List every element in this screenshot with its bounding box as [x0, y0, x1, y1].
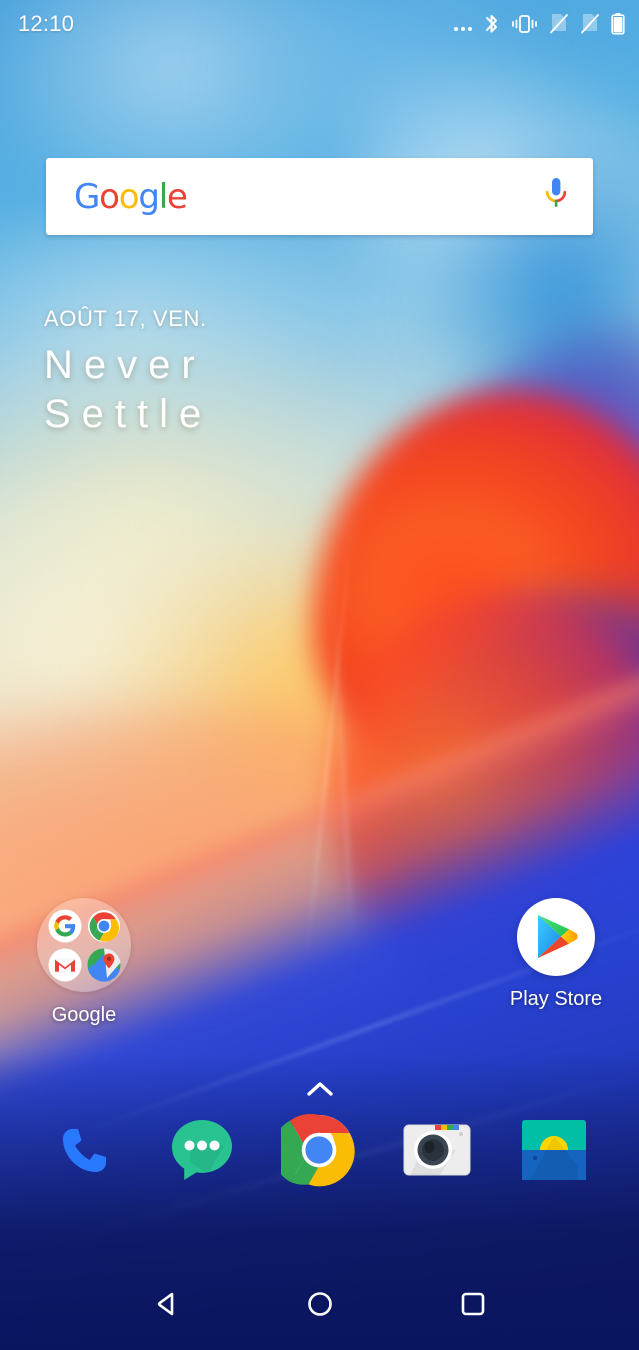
app-label: Play Store — [509, 988, 603, 1010]
nav-back-button[interactable] — [139, 1278, 195, 1334]
back-triangle-icon — [153, 1290, 181, 1323]
home-circle-icon — [306, 1290, 334, 1323]
navigation-bar — [0, 1262, 639, 1350]
play-store-icon[interactable] — [517, 898, 595, 976]
no-sim2-icon — [580, 12, 600, 36]
dock-item-gallery[interactable] — [513, 1109, 595, 1191]
maps-icon — [87, 948, 121, 982]
tagline-line-1: Never — [44, 343, 206, 387]
google-logo-letter-3: g — [138, 176, 160, 217]
gmail-icon — [48, 948, 82, 982]
recents-square-icon — [459, 1290, 487, 1323]
app-icon-play-store[interactable]: Play Store — [481, 898, 631, 1011]
dock-item-phone[interactable] — [44, 1109, 126, 1191]
google-logo-letter-2: o — [118, 176, 140, 217]
dock-item-chrome[interactable] — [278, 1109, 360, 1191]
app-icon-google-folder[interactable]: Google — [9, 898, 159, 1027]
app-label: Google — [51, 1004, 117, 1026]
voice-search-mic-icon[interactable] — [541, 174, 571, 219]
vibrate-icon — [511, 12, 538, 36]
battery-icon — [611, 12, 625, 37]
google-logo-letter-5: e — [167, 176, 188, 217]
google-logo-letter-0: G — [74, 176, 100, 217]
dock — [0, 1095, 639, 1205]
google-g-icon — [48, 909, 82, 943]
tagline-line-2: Settle — [44, 392, 213, 437]
dock-item-messages[interactable] — [161, 1109, 243, 1191]
no-sim1-icon — [549, 12, 569, 36]
date-tagline-widget[interactable]: AOÛT 17, VEN. Never Settle — [44, 306, 212, 440]
android-home-screen: 12:10 G o o g l e AOÛT 17, VEN. Never Se… — [0, 0, 639, 1350]
status-bar-clock: 12:10 — [18, 11, 75, 36]
current-date: AOÛT 17, VEN. — [44, 306, 207, 331]
more-notifications-icon — [454, 15, 472, 33]
google-logo: Google — [74, 176, 188, 217]
chrome-icon — [281, 1113, 356, 1187]
google-logo-letter-1: o — [99, 176, 120, 217]
camera-icon — [403, 1124, 471, 1176]
dock-item-camera[interactable] — [396, 1109, 478, 1191]
status-bar[interactable]: 12:10 — [0, 0, 639, 48]
messages-icon — [172, 1120, 233, 1180]
nav-home-button[interactable] — [292, 1278, 348, 1334]
google-logo-letter-4: l — [158, 176, 168, 217]
chrome-icon — [87, 909, 121, 943]
nav-recents-button[interactable] — [445, 1278, 501, 1334]
phone-icon — [62, 1129, 106, 1172]
folder-preview[interactable] — [37, 898, 131, 992]
gallery-icon — [522, 1120, 587, 1180]
google-search-bar[interactable]: Google — [46, 158, 593, 235]
bluetooth-icon — [483, 12, 500, 36]
status-bar-icons — [454, 12, 625, 37]
